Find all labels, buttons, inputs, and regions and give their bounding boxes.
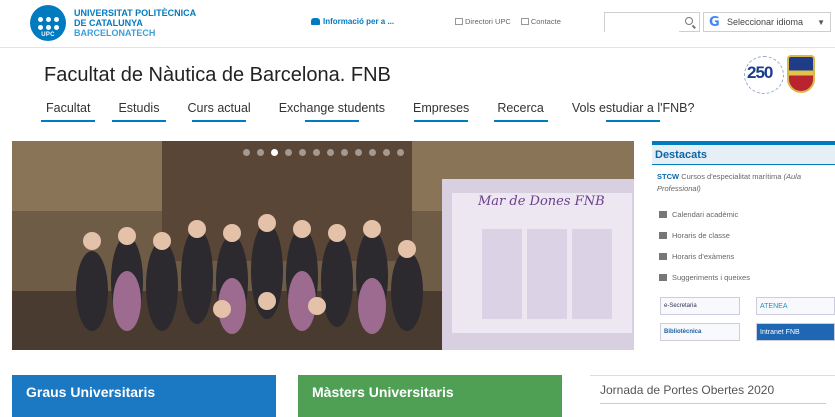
intranet-banner[interactable]: Intranet FNB xyxy=(756,323,835,341)
main-nav: Facultat Estudis Curs actual Exchange st… xyxy=(41,101,722,122)
atenea-banner[interactable]: ATENEA xyxy=(756,297,835,315)
nav-item-empreses[interactable]: Empreses xyxy=(413,101,469,122)
upc-logo-text: UNIVERSITAT POLITÈCNICA DE CATALUNYA BAR… xyxy=(74,8,196,38)
anniversary-number: 250 xyxy=(747,63,773,82)
e-secretaria-label: e-Secretaria xyxy=(664,303,697,309)
info-for-link[interactable]: Informació per a ... xyxy=(311,17,394,26)
slider-dots xyxy=(243,149,404,156)
class-schedule-link[interactable]: Horaris de classe xyxy=(652,225,835,246)
suggestions-label: Suggeriments i queixes xyxy=(672,273,750,282)
contact-label: Contacte xyxy=(530,17,561,26)
logo-line-2: DE CATALUNYA xyxy=(74,18,143,28)
slider-dot[interactable] xyxy=(257,149,264,156)
slider-dot[interactable] xyxy=(299,149,306,156)
megaphone-icon xyxy=(659,274,667,281)
poster-title: Mar de Dones FNB xyxy=(477,194,605,209)
utility-links: Directori UPC Contacte xyxy=(455,17,561,26)
info-for-label: Informació per a ... xyxy=(323,17,395,26)
slider-dot[interactable] xyxy=(383,149,390,156)
logo-line-3: BARCELONATECH xyxy=(74,28,156,38)
calendar-link[interactable]: Calendari acadèmic xyxy=(652,204,835,225)
exam-icon xyxy=(659,253,667,260)
exam-schedule-label: Horaris d'exàmens xyxy=(672,252,735,261)
highlights-panel: Destacats STCW Cursos d'especialitat mar… xyxy=(652,141,835,350)
nav-item-facultat[interactable]: Facultat xyxy=(41,101,96,122)
slider-dot-active[interactable] xyxy=(271,149,278,156)
slider-dot[interactable] xyxy=(369,149,376,156)
slider-dot[interactable] xyxy=(327,149,334,156)
slider-dot[interactable] xyxy=(397,149,404,156)
exam-schedule-link[interactable]: Horaris d'exàmens xyxy=(652,246,835,267)
open-day-box[interactable]: Jornada de Portes Obertes 2020 xyxy=(590,375,835,417)
language-label: Seleccionar idioma xyxy=(727,17,804,27)
masters-box[interactable]: Màsters Universitaris xyxy=(298,375,562,417)
nav-item-estudis[interactable]: Estudis xyxy=(111,101,166,122)
top-utility-bar: UPC UNIVERSITAT POLITÈCNICA DE CATALUNYA… xyxy=(0,0,835,48)
stcw-link[interactable]: STCW Cursos d'especialitat marítima (Aul… xyxy=(652,165,835,204)
nav-item-recerca[interactable]: Recerca xyxy=(493,101,548,122)
slider-dot[interactable] xyxy=(243,149,250,156)
mail-icon xyxy=(520,18,529,25)
intranet-label: Intranet FNB xyxy=(760,328,800,336)
hero-slider[interactable]: Mar de Dones FNB xyxy=(12,141,634,350)
directory-label: Directori UPC xyxy=(465,17,511,26)
graus-box[interactable]: Graus Universitaris xyxy=(12,375,276,417)
slider-dot[interactable] xyxy=(313,149,320,156)
directory-icon xyxy=(455,18,463,25)
upc-logo[interactable]: UPC UNIVERSITAT POLITÈCNICA DE CATALUNYA… xyxy=(30,5,196,41)
hero-photo: Mar de Dones FNB xyxy=(12,141,634,350)
upc-logo-icon: UPC xyxy=(30,5,66,41)
chevron-down-icon: ▼ xyxy=(817,17,825,27)
calendar-icon xyxy=(659,211,667,218)
upc-badge-text: UPC xyxy=(41,32,55,38)
google-translate-icon: G xyxy=(709,14,720,30)
calendar-label: Calendari acadèmic xyxy=(672,210,739,219)
class-schedule-label: Horaris de classe xyxy=(672,231,730,240)
logo-line-1: UNIVERSITAT POLITÈCNICA xyxy=(74,8,197,18)
e-secretaria-banner[interactable]: e-Secretaria xyxy=(660,297,740,315)
slider-dot[interactable] xyxy=(355,149,362,156)
anniversary-logo: 250 xyxy=(744,53,784,95)
language-selector[interactable]: G Seleccionar idioma ▼ xyxy=(703,12,831,32)
search-icon[interactable] xyxy=(685,17,693,25)
suggestions-link[interactable]: Suggeriments i queixes xyxy=(652,267,835,288)
bibliotecnica-banner[interactable]: Bibliotècnica xyxy=(660,323,740,341)
search-box xyxy=(604,12,700,33)
highlights-title: Destacats xyxy=(652,145,835,165)
contact-link[interactable]: Contacte xyxy=(520,17,561,26)
stcw-text: Cursos d'especialitat marítima xyxy=(681,172,782,181)
nav-item-curs-actual[interactable]: Curs actual xyxy=(187,101,251,122)
nav-item-vols-estudiar[interactable]: Vols estudiar a l'FNB? xyxy=(572,101,694,122)
atenea-label: ATENEA xyxy=(760,302,788,310)
people-icon xyxy=(311,18,320,25)
page-title: Facultat de Nàutica de Barcelona. FNB xyxy=(44,64,391,86)
slider-dot[interactable] xyxy=(341,149,348,156)
directory-link[interactable]: Directori UPC xyxy=(455,17,511,26)
slider-dot[interactable] xyxy=(285,149,292,156)
schedule-icon xyxy=(659,232,667,239)
faculty-shield-icon xyxy=(787,55,815,93)
search-input[interactable] xyxy=(605,14,679,33)
bibliotecnica-label: Bibliotècnica xyxy=(664,329,702,335)
stcw-code: STCW xyxy=(657,172,680,181)
nav-item-exchange-students[interactable]: Exchange students xyxy=(279,101,385,122)
